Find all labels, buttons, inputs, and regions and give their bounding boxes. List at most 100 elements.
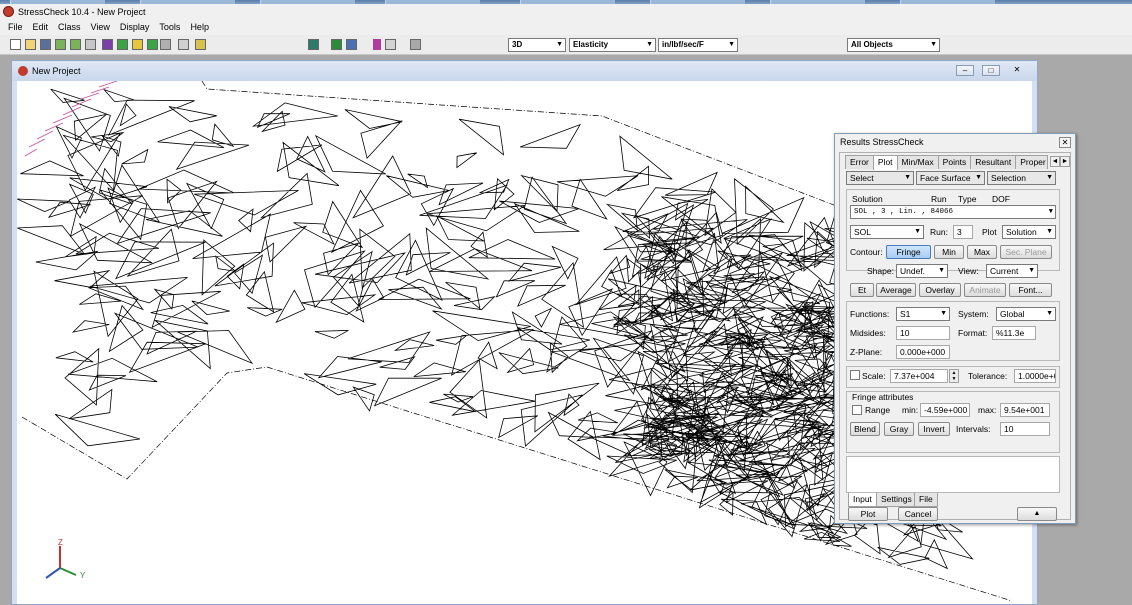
maximize-icon[interactable]: □ xyxy=(982,65,1000,76)
plot-button[interactable]: Plot xyxy=(848,507,888,521)
object-icon[interactable] xyxy=(102,39,113,50)
project-icon xyxy=(18,66,28,76)
scale-input[interactable]: 7.37e+004 xyxy=(890,369,948,383)
et-button[interactable]: Et xyxy=(850,283,874,297)
max-button[interactable]: Max xyxy=(967,245,997,259)
fringe-button[interactable]: Fringe xyxy=(886,245,931,259)
results-icon[interactable] xyxy=(160,39,171,50)
tab-plot[interactable]: Plot xyxy=(872,155,898,170)
sol-id-select[interactable]: SOL ▼ xyxy=(850,225,924,239)
window-options-icon[interactable] xyxy=(410,39,421,50)
menu-file[interactable]: File xyxy=(3,22,28,32)
dialog-body: Error Plot Min/Max Points Resultant Prop… xyxy=(839,152,1071,521)
render-icon[interactable] xyxy=(346,39,357,50)
close-icon[interactable]: ✕ xyxy=(1059,137,1071,148)
run-label: Run: xyxy=(930,227,948,237)
save-icon[interactable] xyxy=(40,39,51,50)
system-select[interactable]: Global ▼ xyxy=(996,307,1056,321)
midsides-input[interactable]: 10 xyxy=(896,326,950,340)
x-axis-line xyxy=(45,567,61,579)
tolerance-input[interactable]: 1.0000e+0 xyxy=(1014,369,1056,383)
tab-file[interactable]: File xyxy=(914,493,938,507)
menu-tools[interactable]: Tools xyxy=(154,22,185,32)
view-mode-select[interactable]: 3D ▼ xyxy=(508,38,566,52)
tab-scroll-left-icon[interactable]: ◄ xyxy=(1050,156,1060,167)
load-icon[interactable] xyxy=(132,39,143,50)
blend-button[interactable]: Blend xyxy=(850,422,880,436)
tab-points[interactable]: Points xyxy=(937,155,972,169)
close-icon[interactable]: ✕ xyxy=(1008,65,1026,76)
units-select[interactable]: in/lbf/sec/F ▼ xyxy=(658,38,738,52)
chevron-down-icon: ▼ xyxy=(904,174,911,181)
average-button[interactable]: Average xyxy=(876,283,916,297)
overlay-button[interactable]: Overlay xyxy=(919,283,961,297)
chevron-down-icon: ▼ xyxy=(930,41,937,48)
midsides-label: Midsides: xyxy=(850,328,886,338)
import-icon[interactable] xyxy=(55,39,66,50)
tab-minmax[interactable]: Min/Max xyxy=(896,155,939,169)
menu-edit[interactable]: Edit xyxy=(28,22,54,32)
view-cube-icon[interactable] xyxy=(308,39,319,50)
export-icon[interactable] xyxy=(70,39,81,50)
max-input[interactable]: 9.54e+001 xyxy=(1000,403,1050,417)
min-input[interactable]: -4.59e+000 xyxy=(920,403,970,417)
mesh-icon[interactable] xyxy=(117,39,128,50)
menu-display[interactable]: Display xyxy=(115,22,155,32)
scale-checkbox[interactable] xyxy=(850,370,860,380)
tab-settings[interactable]: Settings xyxy=(876,493,917,507)
min-button[interactable]: Min xyxy=(934,245,964,259)
object-filter-select[interactable]: All Objects ▼ xyxy=(847,38,940,52)
dialog-titlebar: Results StressCheck xyxy=(835,134,1075,151)
chevron-down-icon: ▼ xyxy=(938,267,945,274)
new-file-icon[interactable] xyxy=(10,39,21,50)
chevron-down-icon: ▼ xyxy=(1028,267,1035,274)
chevron-down-icon: ▼ xyxy=(728,41,735,48)
menu-class[interactable]: Class xyxy=(53,22,86,32)
selection-select[interactable]: Selection ▼ xyxy=(987,171,1056,185)
shape-select[interactable]: Undef. ▼ xyxy=(896,264,948,278)
view-label: View: xyxy=(958,266,979,276)
select-mode-select[interactable]: Select ▼ xyxy=(846,171,914,185)
sec-plane-button[interactable]: Sec. Plane xyxy=(1000,245,1052,259)
material-select[interactable]: Elasticity ▼ xyxy=(569,38,656,52)
open-folder-icon[interactable] xyxy=(25,39,36,50)
intervals-input[interactable]: 10 xyxy=(1000,422,1050,436)
zplane-input[interactable]: 0.000e+000 xyxy=(896,345,950,359)
tab-error[interactable]: Error xyxy=(845,155,874,169)
menu-view[interactable]: View xyxy=(86,22,115,32)
plot-icon[interactable] xyxy=(373,39,381,50)
tab-input[interactable]: Input xyxy=(848,493,877,507)
format-input[interactable]: %11.3e xyxy=(992,326,1036,340)
report-icon[interactable] xyxy=(178,39,189,50)
minimize-icon[interactable]: – xyxy=(956,65,974,76)
expand-up-icon[interactable]: ▲ xyxy=(1017,507,1057,521)
invert-button[interactable]: Invert xyxy=(918,422,950,436)
help-icon[interactable] xyxy=(195,39,206,50)
display-options-icon[interactable] xyxy=(385,39,396,50)
zplane-label: Z-Plane: xyxy=(850,347,883,357)
plot-type-select[interactable]: Solution ▼ xyxy=(1002,225,1056,239)
tab-properties[interactable]: Proper xyxy=(1015,155,1049,169)
range-checkbox[interactable] xyxy=(852,405,862,415)
dimension-icon[interactable] xyxy=(331,39,342,50)
entity-type-select[interactable]: Face Surface ▼ xyxy=(916,171,985,185)
font-button[interactable]: Font... xyxy=(1009,283,1052,297)
solution-select[interactable]: SOL , 3 , Lin. , 84066 ▼ xyxy=(850,205,1056,219)
tab-resultant[interactable]: Resultant xyxy=(970,155,1017,169)
functions-label: Functions: xyxy=(850,309,890,319)
animate-button[interactable]: Animate xyxy=(964,283,1006,297)
tab-scroll-right-icon[interactable]: ► xyxy=(1060,156,1070,167)
functions-select[interactable]: S1 ▼ xyxy=(896,307,950,321)
cancel-button[interactable]: Cancel xyxy=(898,507,938,521)
print-icon[interactable] xyxy=(85,39,96,50)
menu-help[interactable]: Help xyxy=(185,22,214,32)
z-axis-label: Z xyxy=(58,538,63,547)
format-label: Format: xyxy=(958,328,988,338)
constraint-icon[interactable] xyxy=(147,39,158,50)
gray-button[interactable]: Gray xyxy=(884,422,914,436)
chevron-down-icon: ▼ xyxy=(975,174,982,181)
view-select[interactable]: Current ▼ xyxy=(986,264,1038,278)
scale-spinner-icon[interactable]: ▲ ▼ xyxy=(949,369,959,383)
run-input[interactable]: 3 xyxy=(953,225,973,239)
dialog-title: Results StressCheck xyxy=(840,137,924,147)
